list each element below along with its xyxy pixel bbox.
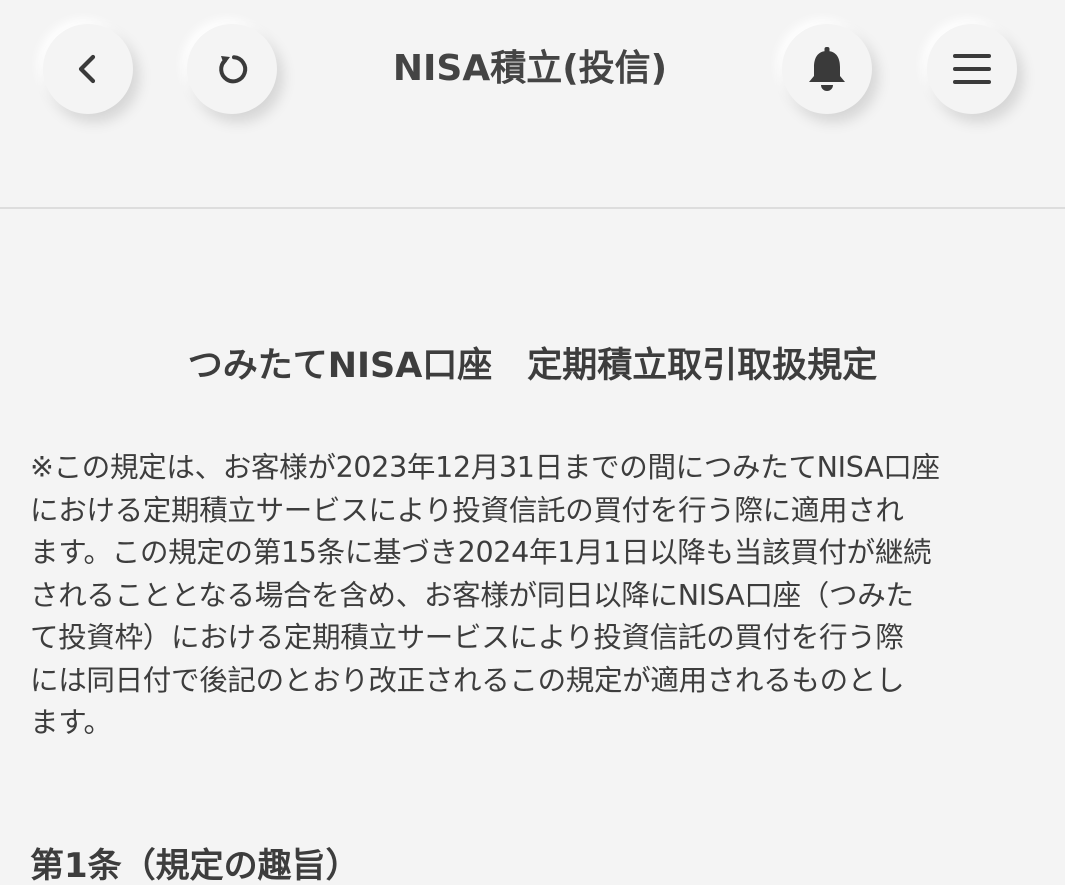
- document-content: つみたてNISA口座 定期積立取引取扱規定 ※この規定は、お客様が2023年12…: [0, 209, 1065, 885]
- back-button[interactable]: [43, 24, 133, 114]
- reload-icon: [219, 55, 248, 84]
- intro-line: されることとなる場合を含め、お客様が同日以降にNISA口座（つみた: [30, 578, 914, 612]
- reload-button[interactable]: [187, 24, 277, 114]
- hamburger-menu-icon: [953, 54, 991, 84]
- chevron-left-icon: [78, 54, 96, 84]
- page-title: NISA積立(投信): [392, 48, 668, 89]
- notification-button[interactable]: [782, 24, 872, 114]
- intro-paragraph: ※この規定は、お客様が2023年12月31日までの間につみたてNISA口座 にお…: [30, 447, 1035, 745]
- article-1-heading: 第1条（規定の趣旨）: [30, 846, 360, 885]
- intro-line: には同日付で後記のとおり改正されるこの規定が適用されるものとし: [30, 663, 905, 697]
- intro-line: ます。この規定の第15条に基づき2024年1月1日以降も当該買付が継続: [30, 536, 932, 569]
- intro-line: における定期積立サービスにより投資信託の買付を行う際に適用され: [30, 493, 904, 527]
- app-header: NISA積立(投信): [0, 0, 1065, 209]
- intro-line: ます。: [30, 706, 112, 739]
- menu-button[interactable]: [927, 24, 1017, 114]
- bell-icon: [809, 47, 845, 91]
- intro-line: て投資枠）における定期積立サービスにより投資信託の買付を行う際: [30, 621, 904, 654]
- document-title: つみたてNISA口座 定期積立取引取扱規定: [187, 346, 878, 386]
- intro-line: ※この規定は、お客様が2023年12月31日までの間につみたてNISA口座: [30, 451, 940, 484]
